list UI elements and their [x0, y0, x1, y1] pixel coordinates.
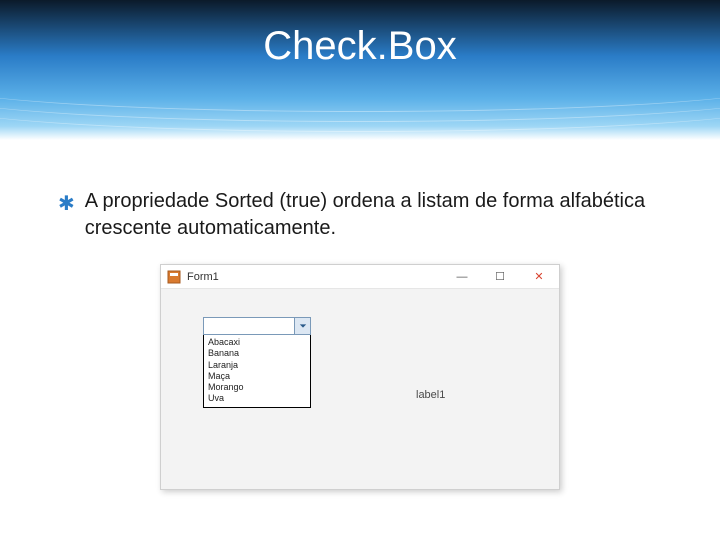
combobox-field[interactable] [203, 317, 311, 335]
slide-title: Check.Box [0, 24, 720, 69]
bullet-marker: ✱ [58, 188, 75, 218]
bullet-item: ✱ A propriedade Sorted (true) ordena a l… [58, 188, 662, 242]
close-button[interactable]: ✕ [519, 265, 559, 289]
combobox-input[interactable] [204, 318, 294, 334]
list-item[interactable]: Laranja [208, 360, 306, 371]
form-body: Abacaxi Banana Laranja Maça Morango Uva … [161, 289, 559, 489]
slide-header: Check.Box [0, 0, 720, 140]
chevron-down-icon [299, 322, 307, 330]
window-title: Form1 [187, 271, 443, 283]
bullet-text: A propriedade Sorted (true) ordena a lis… [85, 188, 662, 242]
combobox[interactable]: Abacaxi Banana Laranja Maça Morango Uva [203, 317, 311, 408]
list-item[interactable]: Maça [208, 371, 306, 382]
titlebar: Form1 — ☐ ✕ [161, 265, 559, 289]
maximize-button[interactable]: ☐ [481, 265, 519, 289]
list-item[interactable]: Morango [208, 382, 306, 393]
label-control: label1 [416, 389, 445, 401]
slide-content: ✱ A propriedade Sorted (true) ordena a l… [0, 140, 720, 490]
wave-line [0, 72, 720, 132]
combobox-list[interactable]: Abacaxi Banana Laranja Maça Morango Uva [203, 335, 311, 408]
form-window: Form1 — ☐ ✕ Abacaxi Banana Laranja Maça … [160, 264, 560, 490]
combobox-dropdown-button[interactable] [294, 318, 310, 334]
app-icon [167, 270, 181, 284]
list-item[interactable]: Uva [208, 393, 306, 404]
minimize-button[interactable]: — [443, 265, 481, 289]
list-item[interactable]: Abacaxi [208, 337, 306, 348]
list-item[interactable]: Banana [208, 348, 306, 359]
